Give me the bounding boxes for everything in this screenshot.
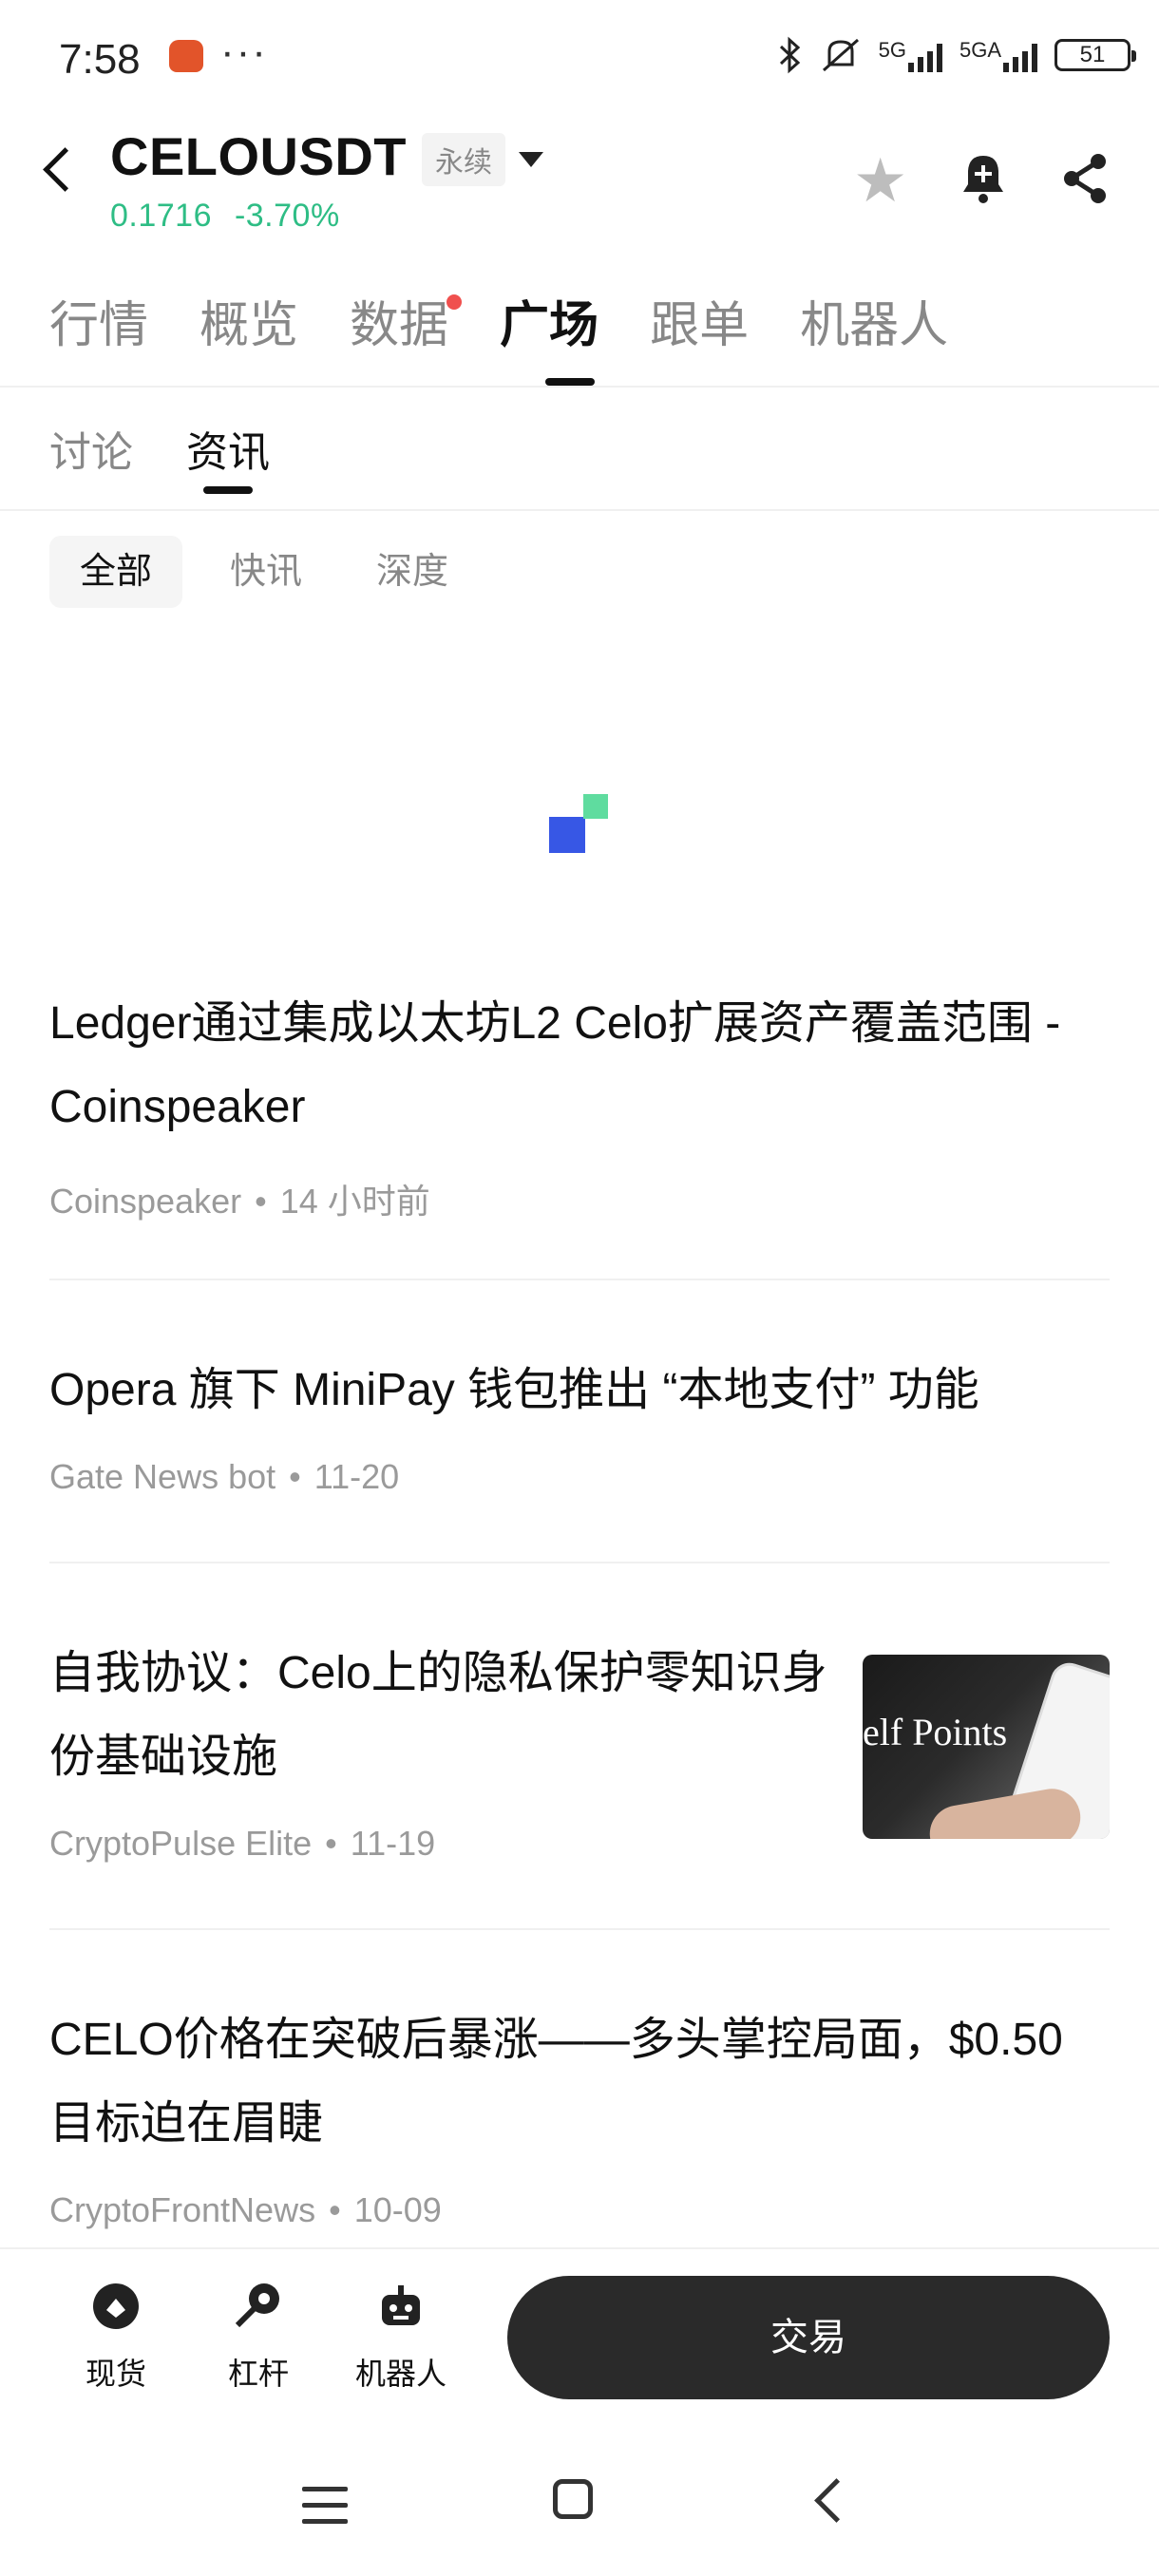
news-source: CryptoPulse Elite [49,1824,313,1863]
price-info: 0.1716 -3.70% [110,198,340,235]
more-notifications-icon: ··· [220,28,268,75]
hand-image [925,1784,1085,1839]
loading-icon-accent [583,794,608,819]
mute-icon [822,38,859,72]
tab-overview[interactable]: 概览 [200,285,298,356]
last-price: 0.1716 [110,198,212,234]
status-time: 7:58 [59,36,141,83]
divider [49,1279,1110,1280]
signal-5ga: 5GA [960,38,1037,72]
alert-bell-icon[interactable] [960,152,1007,205]
bot-button[interactable]: 机器人 [344,2280,458,2394]
subtab-news[interactable]: 资讯 [186,418,270,479]
nav-back-icon[interactable] [814,2478,859,2523]
news-time: 11-20 [314,1457,400,1496]
back-icon[interactable] [43,147,87,192]
tab-copy-trading[interactable]: 跟单 [650,285,749,356]
active-tab-indicator [545,378,595,386]
news-title[interactable]: CELO价格在突破后暴涨——多头掌控局面，$0.50目标迫在眉睫 [49,1998,1085,2166]
price-change: -3.70% [234,198,340,234]
news-title[interactable]: Ledger通过集成以太坊L2 Celo扩展资产覆盖范围 - Coinspeak… [49,982,1085,1149]
signal-5g: 5G [879,38,942,72]
news-meta: Gate News bot • 11-20 [49,1457,400,1496]
filter-depth[interactable]: 深度 [346,536,479,608]
thumbnail-text: elf Points [863,1711,1008,1753]
battery-icon: 51 [1054,39,1136,71]
nav-menu-icon[interactable] [302,2487,348,2535]
nav-home-icon[interactable] [553,2479,593,2519]
main-tabs: 行情 概览 数据 广场 跟单 机器人 [49,285,999,356]
divider [0,386,1159,388]
filter-all[interactable]: 全部 [49,536,183,608]
filter-flash[interactable]: 快讯 [200,536,332,608]
loading-icon [549,817,585,853]
pair-title[interactable]: CELOUSDT [110,125,407,187]
news-title[interactable]: 自我协议：Celo上的隐私保护零知识身份基础设施 [49,1632,828,1799]
margin-icon [235,2283,279,2328]
tab-square[interactable]: 广场 [500,285,598,356]
active-subtab-indicator [203,486,253,494]
divider [49,1928,1110,1930]
divider [0,509,1159,511]
robot-icon [382,2285,420,2325]
notification-dot [446,294,463,310]
app-notification-icon [169,40,203,72]
signal-bars-icon [907,38,942,72]
spot-button[interactable]: 现货 [59,2280,173,2394]
news-title[interactable]: Opera 旗下 MiniPay 钱包推出 “本地支付” 功能 [49,1349,1085,1432]
news-source: Gate News bot [49,1457,276,1496]
spot-icon [93,2283,139,2329]
trade-button[interactable]: 交易 [507,2276,1110,2399]
divider [49,1562,1110,1563]
news-meta: CryptoFrontNews • 10-09 [49,2190,442,2229]
news-thumbnail[interactable]: elf Points [863,1655,1110,1839]
news-source: Coinspeaker [49,1182,242,1221]
share-icon[interactable] [1058,152,1112,205]
status-icons: 5G 5GA 51 [778,36,1136,74]
news-meta: Coinspeaker • 14 小时前 [49,1182,430,1221]
contract-type-badge[interactable]: 永续 [422,133,505,186]
news-time: 14 小时前 [279,1182,430,1221]
subtab-discussion[interactable]: 讨论 [49,418,133,479]
margin-button[interactable]: 杠杆 [201,2280,315,2394]
tab-market[interactable]: 行情 [49,285,148,356]
news-meta: CryptoPulse Elite • 11-19 [49,1824,436,1863]
news-time: 10-09 [353,2190,442,2229]
dropdown-arrow-icon[interactable] [519,152,543,167]
news-time: 11-19 [350,1824,436,1863]
news-source: CryptoFrontNews [49,2190,316,2229]
tab-data[interactable]: 数据 [350,285,463,356]
tab-bots[interactable]: 机器人 [800,285,948,356]
favorite-star-icon[interactable]: ★ [853,150,907,211]
bluetooth-icon [779,36,800,74]
signal-bars-icon [1003,38,1037,72]
